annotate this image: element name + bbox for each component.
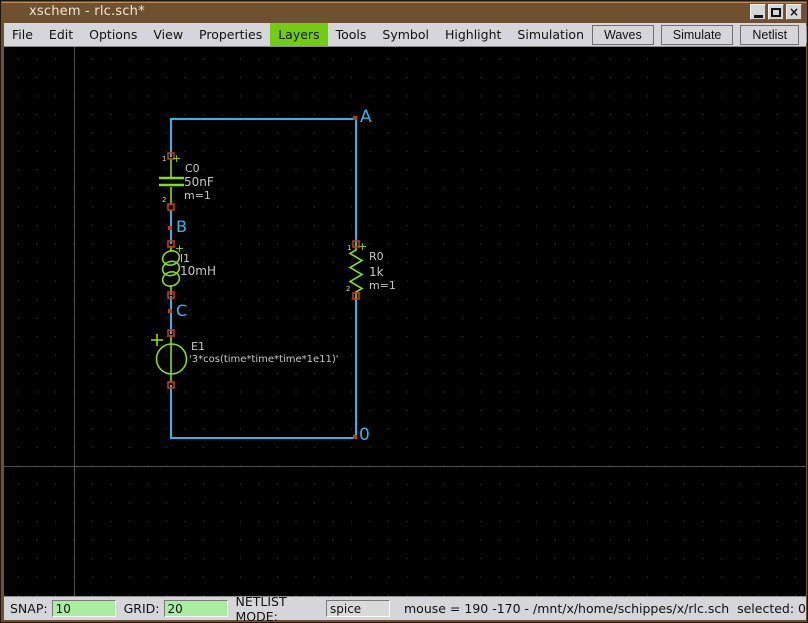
grid-label: GRID: <box>124 601 160 616</box>
menu-layers[interactable]: Layers <box>270 23 327 46</box>
menu-symbol[interactable]: Symbol <box>374 23 437 46</box>
maximize-button[interactable] <box>768 4 784 20</box>
menu-options[interactable]: Options <box>81 23 145 46</box>
capacitor-ref[interactable]: C0 <box>185 163 200 174</box>
menu-tools[interactable]: Tools <box>328 23 375 46</box>
inductor-ref[interactable]: l1 <box>180 253 190 264</box>
menu-edit[interactable]: Edit <box>41 23 81 46</box>
snap-input[interactable] <box>52 600 116 617</box>
node-label-C[interactable]: C <box>176 303 187 319</box>
window-title: xschem - rlc.sch* <box>29 4 145 19</box>
voltage-source-symbol[interactable] <box>151 334 187 383</box>
close-button[interactable]: × <box>786 4 802 20</box>
schematic-canvas[interactable]: A B C 0 1 + C0 50nF m=1 2 + l1 10mH E1 '… <box>4 47 806 596</box>
waves-button[interactable]: Waves <box>592 25 654 45</box>
maximize-icon <box>771 8 781 17</box>
minimize-icon <box>754 15 763 18</box>
title-bar[interactable]: xschem - rlc.sch* × <box>1 1 807 23</box>
menu-view[interactable]: View <box>145 23 191 46</box>
node-label-B[interactable]: B <box>176 219 187 235</box>
menu-file[interactable]: File <box>4 23 41 46</box>
node-label-0[interactable]: 0 <box>359 427 370 444</box>
menu-highlight[interactable]: Highlight <box>437 23 509 46</box>
status-bar: SNAP: GRID: NETLIST MODE: mouse = 190 -1… <box>4 596 806 620</box>
resistor-plus-mark: + <box>358 241 367 252</box>
capacitor-pin1-number: 1 <box>162 156 166 163</box>
resistor-value[interactable]: 1k <box>369 266 384 278</box>
inductor-value[interactable]: 10mH <box>180 265 216 277</box>
netlist-button[interactable]: Netlist <box>740 25 799 45</box>
capacitor-value[interactable]: 50nF <box>184 176 214 188</box>
resistor-ref[interactable]: R0 <box>369 251 384 262</box>
resistor-pin2-number: 2 <box>346 286 350 293</box>
mouse-status-text: mouse = 190 -170 - /mnt/x/home/schippes/… <box>404 601 806 616</box>
grid-input[interactable] <box>164 600 228 617</box>
capacitor-mult[interactable]: m=1 <box>184 190 211 201</box>
netlist-mode-label: NETLIST MODE: <box>236 594 323 623</box>
schematic-drawing <box>4 47 806 596</box>
close-icon: × <box>789 6 799 18</box>
snap-label: SNAP: <box>10 601 48 616</box>
menu-properties[interactable]: Properties <box>191 23 270 46</box>
menu-bar: File Edit Options View Properties Layers… <box>4 23 806 47</box>
node-label-A[interactable]: A <box>360 109 372 126</box>
source-value[interactable]: '3*cos(time*time*time*1e11)' <box>189 355 339 365</box>
capacitor-plus-mark: + <box>172 153 181 164</box>
menu-simulation[interactable]: Simulation <box>509 23 592 46</box>
resistor-mult[interactable]: m=1 <box>369 280 396 291</box>
xschem-window: xschem - rlc.sch* × File Edit Options Vi… <box>0 0 808 623</box>
source-ref[interactable]: E1 <box>191 341 205 352</box>
capacitor-pin2-number: 2 <box>162 197 166 204</box>
simulate-button[interactable]: Simulate <box>661 25 734 45</box>
minimize-button[interactable] <box>750 4 766 20</box>
resistor-pin1-number: 1 <box>347 245 351 252</box>
netlist-mode-input[interactable] <box>326 600 390 617</box>
